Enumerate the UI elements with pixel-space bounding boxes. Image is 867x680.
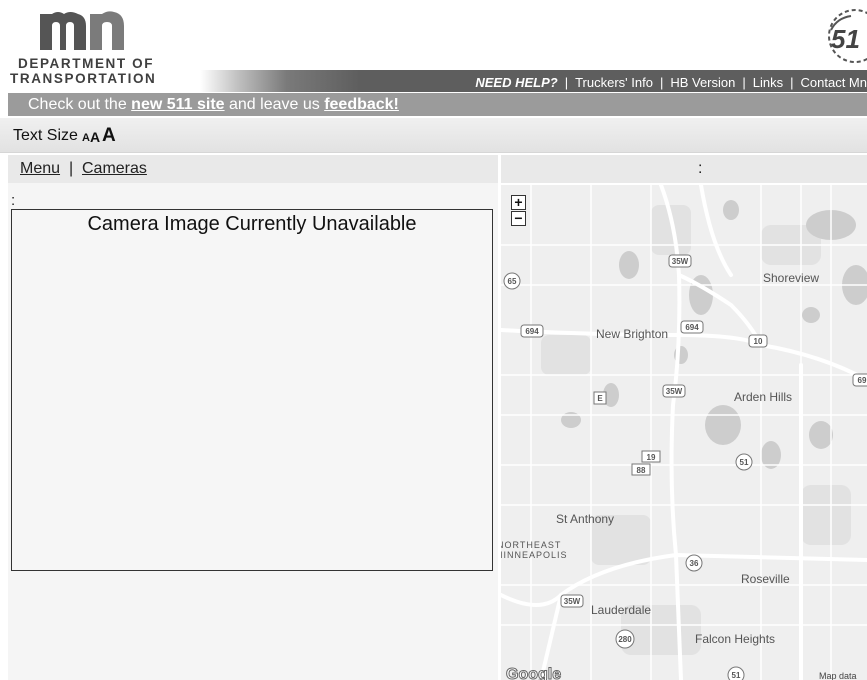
cameras-link[interactable]: Cameras: [82, 155, 147, 183]
menu-link[interactable]: Menu: [20, 155, 60, 183]
breadcrumb: Menu | Cameras: [8, 155, 498, 183]
svg-text:694: 694: [525, 327, 539, 336]
notice-banner: Check out the new 511 site and leave us …: [8, 93, 867, 116]
place-label: Lauderdale: [591, 603, 651, 617]
text-size-medium-button[interactable]: A: [90, 129, 100, 145]
svg-text:88: 88: [637, 466, 646, 475]
highway-shield: 280: [615, 629, 635, 649]
place-label: Falcon Heights: [695, 632, 775, 646]
highway-shield: 694: [520, 324, 544, 338]
map-attribution: Map data: [819, 671, 857, 680]
badge-text: 51: [831, 24, 860, 54]
highway-shield: 19: [641, 450, 661, 463]
camera-title: :: [11, 192, 16, 209]
google-logo: Google: [506, 666, 561, 680]
text-size-large-button[interactable]: A: [102, 125, 116, 147]
hb-version-link[interactable]: HB Version: [670, 75, 735, 90]
svg-text:E: E: [597, 394, 603, 403]
svg-text:36: 36: [690, 559, 699, 568]
highway-shield: 65: [503, 272, 521, 290]
511-logo-icon: 51: [828, 9, 867, 63]
highway-shield: 35W: [560, 594, 584, 608]
need-help-label: NEED HELP?: [475, 75, 558, 90]
notice-middle: and leave us: [224, 96, 325, 113]
zoom-out-button[interactable]: −: [511, 211, 526, 226]
mn-logo-icon: [40, 11, 124, 50]
svg-text:51: 51: [732, 671, 741, 680]
highway-shield: 694: [680, 320, 704, 334]
text-size-small-button[interactable]: A: [82, 132, 90, 144]
map-canvas[interactable]: Shoreview New Brighton Arden Hills St An…: [501, 185, 867, 680]
highway-shield: 88: [631, 463, 651, 476]
place-label: Roseville: [741, 572, 790, 586]
notice-prefix: Check out the: [28, 96, 132, 113]
mndot-logo[interactable]: DEPARTMENT OF TRANSPORTATION: [0, 0, 180, 90]
svg-text:35W: 35W: [564, 597, 581, 606]
place-label: St Anthony: [556, 512, 614, 526]
svg-text:65: 65: [508, 277, 517, 286]
contact-link[interactable]: Contact Mn: [801, 75, 867, 90]
place-label: NORTHEAST: [501, 540, 561, 550]
place-label: Arden Hills: [734, 390, 792, 404]
highway-shield: 35W: [662, 384, 686, 398]
text-size-label: Text Size: [13, 127, 78, 144]
svg-text:35W: 35W: [672, 257, 689, 266]
new-511-site-link[interactable]: new 511 site: [131, 96, 224, 113]
feedback-link[interactable]: feedback!: [324, 96, 399, 113]
highway-shield: 51: [727, 666, 745, 680]
links-link[interactable]: Links: [753, 75, 783, 90]
place-label: MINNEAPOLIS: [501, 550, 568, 560]
map-title: :: [698, 160, 703, 177]
svg-text:19: 19: [647, 453, 656, 462]
svg-text:35W: 35W: [666, 387, 683, 396]
help-links: NEED HELP? | Truckers' Info | HB Version | Lin…: [475, 75, 867, 90]
map-header: :: [501, 155, 867, 183]
dept-line-1: DEPARTMENT OF: [18, 56, 155, 71]
511-badge[interactable]: 51: [817, 8, 867, 64]
svg-text:69: 69: [858, 376, 867, 385]
highway-shield: 51: [735, 453, 753, 471]
breadcrumb-separator: |: [69, 160, 74, 177]
truckers-info-link[interactable]: Truckers' Info: [575, 75, 653, 90]
highway-shield: 10: [748, 334, 768, 348]
highway-shield: 69: [852, 373, 867, 387]
dept-line-2: TRANSPORTATION: [10, 71, 157, 86]
zoom-in-button[interactable]: +: [511, 195, 526, 210]
svg-text:694: 694: [685, 323, 699, 332]
place-label: Shoreview: [763, 271, 819, 285]
camera-unavailable-message: Camera Image Currently Unavailable: [87, 213, 417, 235]
svg-text:10: 10: [754, 337, 763, 346]
place-label: New Brighton: [596, 327, 668, 341]
camera-panel: Menu | Cameras : Camera Image Currently …: [8, 155, 498, 680]
svg-text:51: 51: [740, 458, 749, 467]
highway-shield: 36: [685, 554, 703, 572]
map[interactable]: Shoreview New Brighton Arden Hills St An…: [501, 185, 867, 680]
highway-shield: E: [593, 391, 607, 405]
camera-image-frame: Camera Image Currently Unavailable: [11, 209, 493, 571]
text-size-bar: Text Size A A A: [0, 118, 867, 153]
svg-text:280: 280: [618, 635, 632, 644]
highway-shield: 35W: [668, 254, 692, 268]
